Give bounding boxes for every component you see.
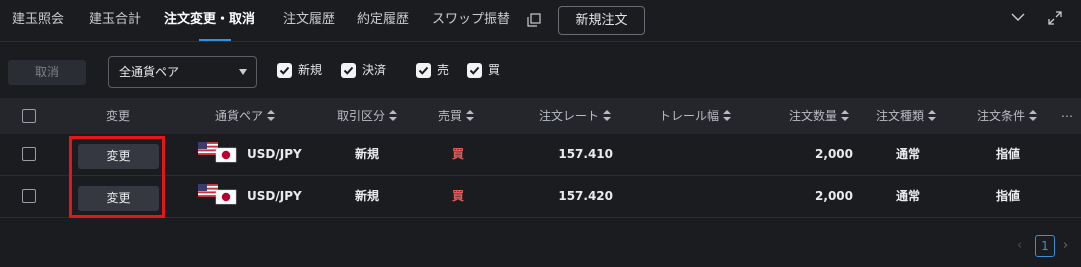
usd-jpy-flag-icon (198, 142, 237, 163)
tab-position-summary[interactable]: 建玉合計 (89, 11, 141, 29)
currency-pair-select[interactable]: 全通貨ペア (108, 56, 257, 88)
expand-icon[interactable] (1048, 11, 1062, 25)
tab-execution-history[interactable]: 約定履歴 (357, 11, 409, 29)
column-header-pair[interactable]: 通貨ペア (215, 108, 276, 124)
sort-icon (466, 110, 475, 121)
row-rate: 157.420 (558, 189, 613, 203)
sort-icon (267, 110, 276, 121)
column-header-side[interactable]: 売買 (438, 108, 475, 124)
active-tab-indicator (199, 39, 231, 41)
column-header-side-label: 売買 (438, 109, 463, 123)
column-header-order-type[interactable]: 注文種類 (876, 108, 937, 124)
select-all-checkbox[interactable] (22, 109, 36, 123)
column-header-pair-label: 通貨ペア (215, 109, 264, 123)
column-header-rate-label: 注文レート (539, 109, 600, 123)
row-rate: 157.410 (558, 147, 613, 161)
checkbox-checked-icon[interactable] (416, 63, 431, 78)
row-condition: 指値 (995, 189, 1020, 203)
dropdown-caret-icon (239, 69, 247, 75)
column-header-rate[interactable]: 注文レート (539, 108, 612, 124)
row-order-type: 通常 (895, 147, 920, 161)
pagination-page-current[interactable]: 1 (1035, 235, 1055, 257)
pagination-prev-icon[interactable]: ‹ (1017, 238, 1022, 253)
row-checkbox[interactable] (22, 189, 36, 203)
tab-order-history[interactable]: 注文履歴 (283, 11, 335, 29)
external-window-icon[interactable] (527, 13, 541, 27)
sort-icon (389, 110, 398, 121)
filter-new-label: 新規 (298, 63, 323, 77)
column-header-trade-type[interactable]: 取引区分 (337, 108, 398, 124)
cancel-button[interactable]: 取消 (8, 60, 86, 85)
table-header: 変更 通貨ペア 取引区分 売買 注文レート トレール幅 注文数量 注文種類 注文… (0, 98, 1081, 134)
column-header-condition[interactable]: 注文条件 (977, 108, 1038, 124)
row-condition: 指値 (995, 147, 1020, 161)
sort-icon (1029, 110, 1038, 121)
checkbox-checked-icon[interactable] (341, 63, 356, 78)
row-checkbox[interactable] (22, 147, 36, 161)
sort-icon (603, 110, 612, 121)
more-columns-icon[interactable]: ⋯ (1061, 108, 1073, 124)
sort-icon (928, 110, 937, 121)
column-header-order-type-label: 注文種類 (876, 109, 925, 123)
filter-sell-label: 売 (437, 63, 450, 77)
table-row: 変更 USD/JPY 新規 買 157.420 2,000 通常 指値 (0, 176, 1081, 218)
row-pair: USD/JPY (247, 147, 302, 161)
filter-close-label: 決済 (362, 63, 387, 77)
column-header-qty[interactable]: 注文数量 (789, 108, 850, 124)
sort-icon (723, 110, 732, 121)
column-header-trail[interactable]: トレール幅 (659, 108, 732, 124)
tab-positions[interactable]: 建玉照会 (12, 11, 64, 29)
tab-order-modify-cancel[interactable]: 注文変更・取消 (164, 11, 255, 29)
row-order-type: 通常 (895, 189, 920, 203)
usd-jpy-flag-icon (198, 184, 237, 205)
filter-buy-label: 買 (488, 63, 501, 77)
tab-swap-transfer[interactable]: スワップ振替 (432, 11, 510, 29)
column-header-trade-type-label: 取引区分 (337, 109, 386, 123)
column-header-qty-label: 注文数量 (789, 109, 838, 123)
column-header-condition-label: 注文条件 (977, 109, 1026, 123)
row-trade-type: 新規 (355, 189, 380, 203)
pagination-next-icon[interactable]: › (1063, 238, 1068, 253)
tab-bar: 建玉照会 建玉合計 注文変更・取消 注文履歴 約定履歴 スワップ振替 新規注文 (0, 0, 1081, 42)
row-pair: USD/JPY (247, 189, 302, 203)
edit-order-button[interactable]: 変更 (78, 186, 159, 211)
table-row: 変更 USD/JPY 新規 買 157.410 2,000 通常 指値 (0, 134, 1081, 176)
row-trade-type: 新規 (355, 147, 380, 161)
currency-pair-select-value: 全通貨ペア (119, 65, 180, 79)
checkbox-checked-icon[interactable] (277, 63, 292, 78)
chevron-down-icon[interactable] (1011, 12, 1025, 22)
sort-icon (841, 110, 850, 121)
row-side: 買 (452, 147, 465, 161)
row-qty: 2,000 (815, 147, 853, 161)
row-side: 買 (452, 189, 465, 203)
column-header-trail-label: トレール幅 (659, 109, 720, 123)
edit-order-button[interactable]: 変更 (78, 144, 159, 169)
new-order-button[interactable]: 新規注文 (558, 6, 645, 35)
row-qty: 2,000 (815, 189, 853, 203)
checkbox-checked-icon[interactable] (467, 63, 482, 78)
column-header-edit: 変更 (106, 109, 131, 123)
